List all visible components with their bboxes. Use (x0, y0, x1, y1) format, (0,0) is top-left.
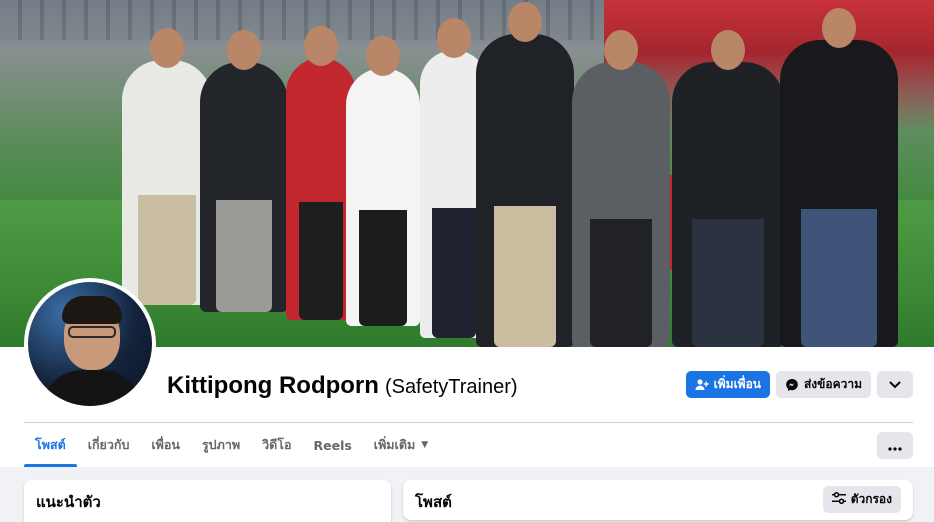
profile-alternate-name: (SafetyTrainer) (384, 376, 518, 398)
filter-button[interactable]: ตัวกรอง (822, 486, 901, 513)
tab-label: วิดีโอ (262, 437, 292, 452)
message-label: ส่งข้อความ (803, 377, 862, 391)
cover-person (200, 30, 288, 312)
profile-name: Kittipong Rodporn (167, 372, 379, 399)
profile-tabs: โพสต์ เกี่ยวกับ เพื่อน รูปภาพ วิดีโอ Ree… (24, 423, 439, 467)
tab-photos[interactable]: รูปภาพ (191, 423, 251, 467)
cover-person (780, 8, 898, 347)
messenger-icon (785, 378, 799, 392)
tab-friends[interactable]: เพื่อน (140, 423, 191, 467)
tab-label: โพสต์ (35, 437, 66, 452)
filter-label: ตัวกรอง (850, 492, 892, 506)
cover-person (346, 36, 420, 326)
sliders-icon (831, 492, 846, 507)
intro-card: แนะนำตัว (24, 480, 391, 522)
person-plus-icon (695, 378, 709, 391)
tab-more[interactable]: เพิ่มเติม ▼ (363, 423, 439, 467)
tab-label: เพิ่มเติม (373, 437, 416, 452)
intro-card-title: แนะนำตัว (36, 493, 101, 511)
tab-label: เพื่อน (151, 437, 180, 452)
more-options-button[interactable] (877, 432, 913, 459)
posts-card: โพสต์ ตัวกรอง (403, 480, 913, 520)
cover-person (572, 30, 670, 347)
tab-about[interactable]: เกี่ยวกับ (77, 423, 141, 467)
tab-reels[interactable]: Reels (302, 423, 362, 467)
add-friend-button[interactable]: เพิ่มเพื่อน (685, 371, 770, 398)
tab-videos[interactable]: วิดีโอ (251, 423, 302, 467)
add-friend-label: เพิ่มเพื่อน (713, 377, 761, 391)
message-button[interactable]: ส่งข้อความ (775, 371, 871, 398)
profile-name-line: Kittipong Rodporn (SafetyTrainer) (167, 372, 518, 400)
cover-person (672, 30, 784, 347)
tab-label: รูปภาพ (201, 437, 241, 452)
cover-photo[interactable] (0, 0, 934, 347)
tab-posts[interactable]: โพสต์ (24, 423, 77, 467)
caret-down-icon: ▼ (421, 440, 429, 450)
profile-dropdown-button[interactable] (877, 371, 913, 398)
tab-label: Reels (313, 437, 352, 453)
avatar (28, 282, 152, 406)
tab-label: เกี่ยวกับ (87, 437, 130, 452)
cover-person (476, 2, 574, 347)
posts-card-title: โพสต์ (415, 493, 452, 511)
cover-person (122, 28, 212, 305)
chevron-down-icon (889, 381, 901, 389)
profile-actions: เพิ่มเพื่อน ส่งข้อความ (685, 371, 913, 398)
profile-picture[interactable] (24, 278, 156, 410)
ellipsis-icon (888, 436, 902, 455)
